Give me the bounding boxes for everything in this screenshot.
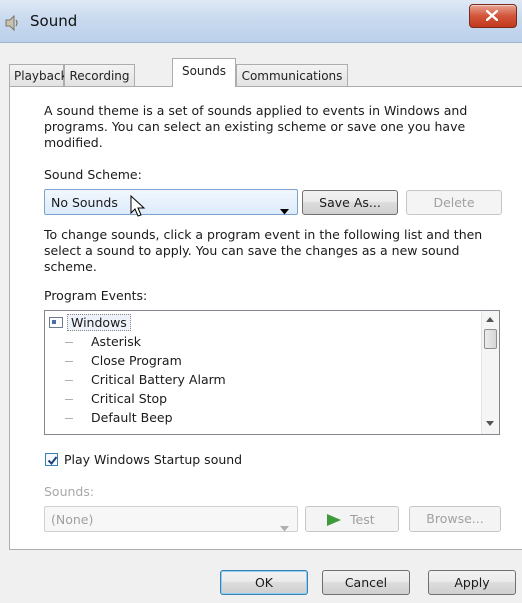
ok-button[interactable]: OK <box>220 570 308 595</box>
list-item-label: Asterisk <box>91 334 142 349</box>
scroll-up-icon[interactable] <box>486 317 494 322</box>
list-item-label: Default Beep <box>91 410 173 425</box>
tab-playback[interactable]: Playback <box>9 64 68 86</box>
sound-scheme-label: Sound Scheme: <box>44 167 142 182</box>
cancel-button[interactable]: Cancel <box>322 570 410 595</box>
program-events-label: Program Events: <box>44 288 148 303</box>
windows-folder-icon <box>49 317 63 328</box>
list-item[interactable]: Critical Battery Alarm <box>45 371 475 389</box>
checkmark-icon <box>47 456 58 466</box>
list-item-label: Critical Battery Alarm <box>91 372 226 387</box>
close-button[interactable] <box>469 4 517 28</box>
scroll-down-icon[interactable] <box>486 421 494 426</box>
list-scrollbar[interactable] <box>481 311 499 434</box>
play-icon <box>327 514 341 526</box>
list-item-label: Critical Stop <box>91 391 168 406</box>
description-text: A sound theme is a set of sounds applied… <box>44 103 468 150</box>
sound-dialog: Sound Playback Recording Sounds Communic… <box>0 0 522 603</box>
sound-scheme-dropdown[interactable]: No Sounds <box>44 189 298 215</box>
list-item[interactable]: Close Program <box>45 352 475 370</box>
test-button[interactable]: Test <box>305 506 399 532</box>
chevron-down-icon <box>280 200 289 219</box>
delete-button[interactable]: Delete <box>406 190 502 215</box>
chevron-down-icon <box>280 517 289 536</box>
test-label: Test <box>350 512 375 527</box>
scroll-thumb[interactable] <box>484 329 497 349</box>
instructions-text: To change sounds, click a program event … <box>44 227 483 274</box>
window-title: Sound <box>30 12 78 30</box>
apply-button[interactable]: Apply <box>428 570 516 595</box>
list-item[interactable]: Asterisk <box>45 333 475 351</box>
list-item[interactable]: Default Beep <box>45 409 475 427</box>
list-item[interactable]: Critical Stop <box>45 390 475 408</box>
program-events-list[interactable]: Windows Asterisk Close Program Critical … <box>44 310 500 435</box>
close-icon <box>486 10 498 21</box>
save-as-button[interactable]: Save As... <box>302 190 398 215</box>
tab-sounds[interactable]: Sounds <box>172 58 236 87</box>
startup-sound-checkbox[interactable] <box>45 453 58 466</box>
tab-communications[interactable]: Communications <box>236 64 348 86</box>
title-bar[interactable]: Sound <box>0 0 522 43</box>
startup-sound-label[interactable]: Play Windows Startup sound <box>64 452 242 467</box>
sounds-label: Sounds: <box>44 484 95 499</box>
list-item-label: Close Program <box>91 353 182 368</box>
sound-scheme-value: No Sounds <box>51 195 118 210</box>
mouse-cursor-icon <box>130 195 146 217</box>
speaker-icon <box>4 14 22 32</box>
sounds-value: (None) <box>51 512 94 527</box>
sounds-dropdown[interactable]: (None) <box>44 506 298 532</box>
tab-recording[interactable]: Recording <box>64 64 135 86</box>
tree-root-label: Windows <box>67 314 131 331</box>
browse-button[interactable]: Browse... <box>409 506 501 532</box>
